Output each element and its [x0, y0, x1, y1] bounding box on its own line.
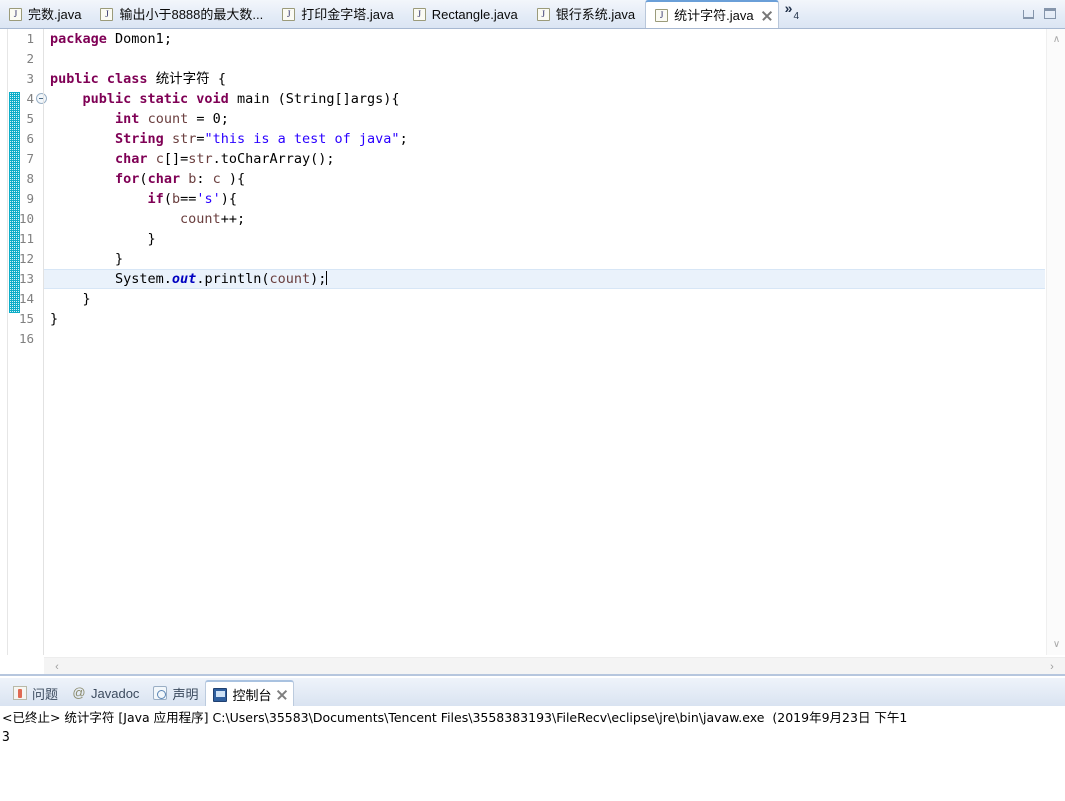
- tab-label: Javadoc: [91, 685, 140, 701]
- editor-vertical-scrollbar[interactable]: ∧ ∨: [1046, 29, 1065, 655]
- scroll-down-icon[interactable]: ∨: [1047, 636, 1065, 653]
- console-tab-bar: 问题 @ Javadoc 声明 控制台: [0, 678, 1065, 707]
- eclipse-window: J 完数.java J 输出小于8888的最大数... J 打印金字塔.java…: [0, 0, 1065, 801]
- line-number: 12: [18, 251, 34, 266]
- code-line-10: count++;: [180, 211, 246, 227]
- editor-tab-rectangle[interactable]: J Rectangle.java: [404, 0, 528, 28]
- maximize-icon[interactable]: [1044, 8, 1056, 19]
- console-output-line: 3: [2, 730, 10, 745]
- java-file-icon: J: [536, 7, 550, 21]
- console-part: 问题 @ Javadoc 声明 控制台 <已终止> 统计字符 [Java 应用程…: [0, 678, 1065, 801]
- code-line-7: char c[]=str.toCharArray();: [115, 151, 335, 167]
- tab-label: 声明: [172, 686, 199, 702]
- code-line-1: package Domon1;: [50, 31, 172, 47]
- tab-console[interactable]: 控制台: [205, 680, 295, 707]
- line-number: 2: [26, 51, 34, 66]
- editor-tab-label: 银行系统.java: [555, 6, 636, 22]
- tab-label: 问题: [32, 686, 59, 702]
- line-number: 15: [18, 311, 34, 326]
- editor-tab-label: 完数.java: [28, 6, 82, 22]
- line-number: 11: [18, 231, 34, 246]
- line-number: 14: [18, 291, 34, 306]
- editor-tab-wanshu[interactable]: J 完数.java: [0, 0, 91, 28]
- tab-declaration[interactable]: 声明: [146, 680, 205, 706]
- code-line-14: }: [50, 291, 91, 307]
- problems-icon: [13, 686, 27, 700]
- code-line-11: }: [50, 231, 156, 247]
- close-icon[interactable]: [276, 688, 289, 701]
- declaration-icon: [153, 686, 168, 700]
- editor-tab-label: Rectangle.java: [431, 6, 518, 22]
- editor-tab-label: 输出小于8888的最大数...: [119, 6, 264, 22]
- line-number: 4: [26, 91, 34, 106]
- tab-problems[interactable]: 问题: [6, 680, 65, 706]
- editor-bottom-divider: [0, 674, 1065, 676]
- editor-tab-count-chars[interactable]: J 统计字符.java: [645, 0, 779, 28]
- java-file-icon: J: [100, 7, 114, 21]
- chevron-right-double-icon: »: [784, 0, 793, 16]
- console-output[interactable]: <已终止> 统计字符 [Java 应用程序] C:\Users\35583\Do…: [0, 706, 1065, 801]
- line-number: 5: [26, 111, 34, 126]
- tab-label: 控制台: [232, 688, 272, 703]
- scroll-up-icon[interactable]: ∧: [1047, 31, 1065, 48]
- code-line-12: }: [50, 251, 124, 267]
- editor-tab-bank-system[interactable]: J 银行系统.java: [528, 0, 645, 28]
- line-number: 10: [18, 211, 34, 226]
- editor-tab-pyramid[interactable]: J 打印金字塔.java: [273, 0, 403, 28]
- line-number: 13: [18, 271, 34, 286]
- code-line-8: for(char b: c ){: [115, 171, 246, 187]
- java-file-icon: J: [9, 7, 22, 21]
- java-file-icon: J: [412, 7, 426, 21]
- line-number: 16: [18, 331, 34, 346]
- java-file-icon: J: [655, 9, 669, 22]
- editor-tab-bar: J 完数.java J 输出小于8888的最大数... J 打印金字塔.java…: [0, 0, 1065, 29]
- code-text[interactable]: package Domon1; public class 统计字符 { publ…: [44, 29, 1045, 655]
- line-number: 9: [26, 191, 34, 206]
- tab-overflow-count: 4: [793, 11, 799, 22]
- code-editor[interactable]: 1 2 3 4 5 6 7 8 9 10 11 12 13 14 15 16 p…: [0, 29, 1065, 676]
- console-icon: [213, 687, 228, 702]
- line-number-gutter: 1 2 3 4 5 6 7 8 9 10 11 12 13 14 15 16: [0, 29, 47, 655]
- line-number: 7: [26, 151, 34, 166]
- window-controls: [1023, 0, 1065, 28]
- line-number: 6: [26, 131, 34, 146]
- editor-tab-max-number[interactable]: J 输出小于8888的最大数...: [91, 0, 273, 28]
- java-file-icon: J: [282, 7, 296, 21]
- close-icon[interactable]: [760, 9, 774, 23]
- code-line-5: int count = 0;: [115, 111, 229, 127]
- console-launch-header: <已终止> 统计字符 [Java 应用程序] C:\Users\35583\Do…: [2, 710, 908, 725]
- line-number: 8: [26, 171, 34, 186]
- code-line-15: }: [50, 311, 59, 327]
- editor-tab-label: 统计字符.java: [674, 8, 754, 23]
- javadoc-at-icon: @: [72, 685, 86, 700]
- code-line-13: System.out.println(count);: [50, 271, 328, 287]
- tab-overflow-button[interactable]: » 4: [779, 0, 807, 28]
- editor-part: J 完数.java J 输出小于8888的最大数... J 打印金字塔.java…: [0, 0, 1065, 676]
- text-caret: [326, 271, 328, 285]
- code-line-9: if(b=='s'){: [147, 191, 238, 207]
- editor-tab-label: 打印金字塔.java: [301, 6, 394, 22]
- minimize-icon[interactable]: [1023, 9, 1034, 19]
- tab-javadoc[interactable]: @ Javadoc: [65, 680, 146, 706]
- line-number: 3: [26, 71, 34, 86]
- code-line-3: public class 统计字符 {: [50, 71, 226, 87]
- line-number: 1: [26, 31, 34, 46]
- code-line-4: public static void main (String[]args){: [82, 91, 400, 107]
- code-line-6: String str="this is a test of java";: [115, 131, 408, 147]
